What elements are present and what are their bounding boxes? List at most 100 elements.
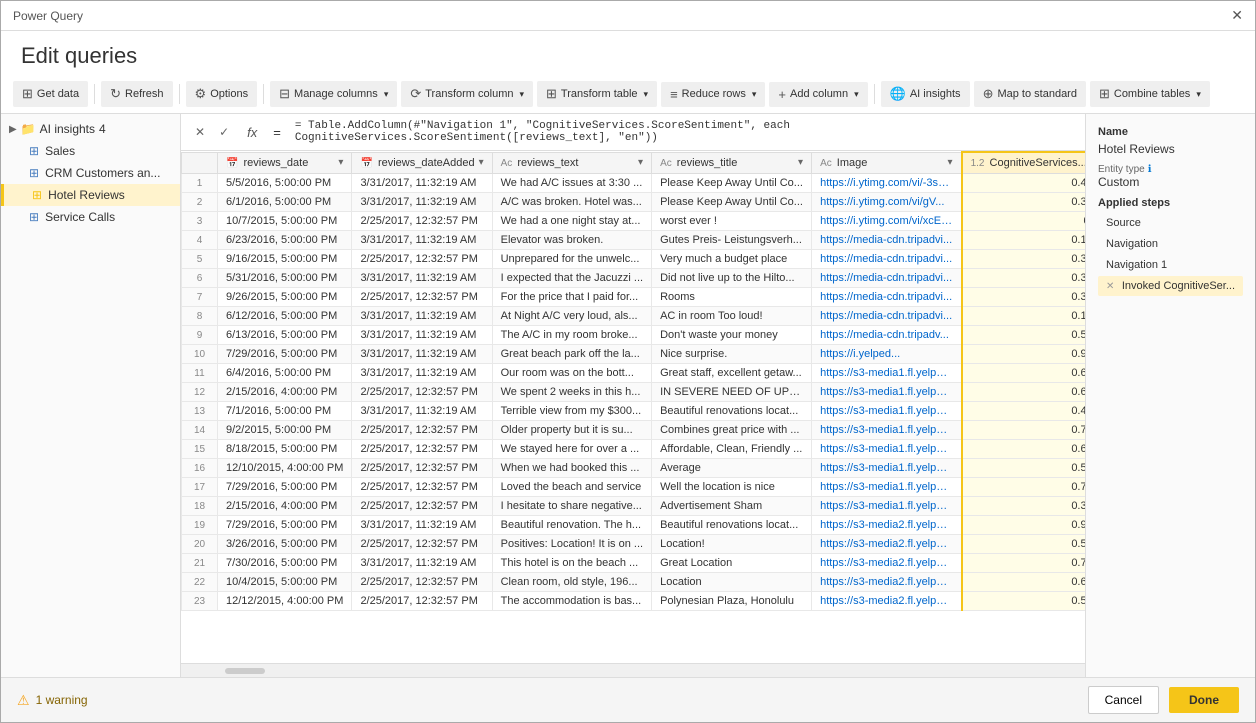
info-icon[interactable]: ℹ	[1148, 164, 1152, 175]
cell-date: 6/23/2016, 5:00:00 PM	[218, 231, 352, 250]
table-row[interactable]: 6 5/31/2016, 5:00:00 PM 3/31/2017, 11:32…	[182, 269, 1086, 288]
cell-cognitive: 0.422	[962, 402, 1085, 421]
col-header-reviews-date[interactable]: 📅 reviews_date ▾	[218, 152, 352, 174]
cell-date: 2/15/2016, 4:00:00 PM	[218, 383, 352, 402]
table-row[interactable]: 20 3/26/2016, 5:00:00 PM 2/25/2017, 12:3…	[182, 535, 1086, 554]
filter-reviews-text[interactable]: ▾	[638, 157, 643, 168]
ai-icon: 🌐	[890, 86, 906, 102]
cell-title: Nice surprise.	[652, 345, 812, 364]
filter-reviews-title[interactable]: ▾	[798, 157, 803, 168]
cell-rownum: 7	[182, 288, 218, 307]
table-row[interactable]: 8 6/12/2016, 5:00:00 PM 3/31/2017, 11:32…	[182, 307, 1086, 326]
options-button[interactable]: ⚙ Options	[186, 81, 258, 107]
col-header-reviews-text[interactable]: Ac reviews_text ▾	[492, 152, 651, 174]
table-row[interactable]: 2 6/1/2016, 5:00:00 PM 3/31/2017, 11:32:…	[182, 193, 1086, 212]
sidebar-item-service-calls[interactable]: ⊞ Service Calls	[1, 206, 180, 228]
close-button[interactable]: ✕	[1231, 7, 1243, 24]
table-row[interactable]: 14 9/2/2015, 5:00:00 PM 2/25/2017, 12:32…	[182, 421, 1086, 440]
h-scroll-thumb[interactable]	[225, 668, 265, 674]
step-navigation1[interactable]: Navigation 1	[1098, 255, 1243, 275]
transform-column-button[interactable]: ⟳ Transform column ▾	[401, 81, 533, 107]
cell-dateadded: 3/31/2017, 11:32:19 AM	[352, 554, 492, 573]
transform-table-button[interactable]: ⊞ Transform table ▾	[537, 81, 657, 107]
sidebar-group-ai[interactable]: ▶ 📁 AI insights 4	[1, 118, 180, 140]
col-header-reviews-dateadded[interactable]: 📅 reviews_dateAdded ▾	[352, 152, 492, 174]
dropdown-arrow-combine: ▾	[1196, 89, 1201, 100]
table-row[interactable]: 9 6/13/2016, 5:00:00 PM 3/31/2017, 11:32…	[182, 326, 1086, 345]
cell-title: IN SEVERE NEED OF UPDA...	[652, 383, 812, 402]
table-row[interactable]: 4 6/23/2016, 5:00:00 PM 3/31/2017, 11:32…	[182, 231, 1086, 250]
sidebar-item-sales[interactable]: ⊞ Sales	[1, 140, 180, 162]
table-row[interactable]: 5 9/16/2015, 5:00:00 PM 2/25/2017, 12:32…	[182, 250, 1086, 269]
filter-reviews-date[interactable]: ▾	[338, 157, 343, 168]
table-row[interactable]: 21 7/30/2016, 5:00:00 PM 3/31/2017, 11:3…	[182, 554, 1086, 573]
cell-rownum: 5	[182, 250, 218, 269]
cell-title: AC in room Too loud!	[652, 307, 812, 326]
cell-date: 7/29/2016, 5:00:00 PM	[218, 345, 352, 364]
step-navigation[interactable]: Navigation	[1098, 234, 1243, 254]
cell-date: 5/31/2016, 5:00:00 PM	[218, 269, 352, 288]
step-x-icon[interactable]: ✕	[1106, 281, 1114, 292]
table-row[interactable]: 12 2/15/2016, 4:00:00 PM 2/25/2017, 12:3…	[182, 383, 1086, 402]
sidebar-item-hotel-reviews[interactable]: ⊞ Hotel Reviews	[1, 184, 180, 206]
formula-input[interactable]: = Table.AddColumn(#"Navigation 1", "Cogn…	[291, 118, 1077, 146]
filter-image[interactable]: ▾	[948, 157, 953, 168]
table-row[interactable]: 19 7/29/2016, 5:00:00 PM 3/31/2017, 11:3…	[182, 516, 1086, 535]
cell-date: 2/15/2016, 4:00:00 PM	[218, 497, 352, 516]
sidebar-item-crm[interactable]: ⊞ CRM Customers an...	[1, 162, 180, 184]
filter-reviews-dateadded[interactable]: ▾	[479, 157, 484, 168]
col-header-reviews-title[interactable]: Ac reviews_title ▾	[652, 152, 812, 174]
step-navigation1-label: Navigation 1	[1106, 259, 1167, 271]
table-row[interactable]: 13 7/1/2016, 5:00:00 PM 3/31/2017, 11:32…	[182, 402, 1086, 421]
formula-confirm-btn[interactable]: ✓	[213, 123, 235, 141]
combine-tables-button[interactable]: ⊞ Combine tables ▾	[1090, 81, 1210, 107]
table-row[interactable]: 17 7/29/2016, 5:00:00 PM 2/25/2017, 12:3…	[182, 478, 1086, 497]
cell-image: https://i.ytimg.com/vi/xcEB...	[812, 212, 962, 231]
cell-dateadded: 2/25/2017, 12:32:57 PM	[352, 288, 492, 307]
col-header-cognitive[interactable]: 1.2 CognitiveServices.... ▾	[962, 152, 1085, 174]
cell-date: 7/29/2016, 5:00:00 PM	[218, 478, 352, 497]
reduce-rows-button[interactable]: ≡ Reduce rows ▾	[661, 82, 765, 107]
cell-text: A/C was broken. Hotel was...	[492, 193, 651, 212]
cell-dateadded: 3/31/2017, 11:32:19 AM	[352, 516, 492, 535]
done-button[interactable]: Done	[1169, 687, 1239, 713]
cell-cognitive: 0.591	[962, 592, 1085, 611]
table-row[interactable]: 1 5/5/2016, 5:00:00 PM 3/31/2017, 11:32:…	[182, 174, 1086, 193]
cell-title: Please Keep Away Until Co...	[652, 174, 812, 193]
add-column-button[interactable]: + Add column ▾	[769, 82, 867, 107]
manage-columns-button[interactable]: ⊟ Manage columns ▾	[270, 81, 397, 107]
table-row[interactable]: 22 10/4/2015, 5:00:00 PM 2/25/2017, 12:3…	[182, 573, 1086, 592]
table-row[interactable]: 16 12/10/2015, 4:00:00 PM 2/25/2017, 12:…	[182, 459, 1086, 478]
table-row[interactable]: 15 8/18/2015, 5:00:00 PM 2/25/2017, 12:3…	[182, 440, 1086, 459]
col-header-image[interactable]: Ac Image ▾	[812, 152, 962, 174]
cancel-button[interactable]: Cancel	[1088, 686, 1159, 714]
formula-cancel-btn[interactable]: ✕	[189, 123, 211, 141]
table-row[interactable]: 11 6/4/2016, 5:00:00 PM 3/31/2017, 11:32…	[182, 364, 1086, 383]
cell-text: Positives: Location! It is on ...	[492, 535, 651, 554]
table-row[interactable]: 10 7/29/2016, 5:00:00 PM 3/31/2017, 11:3…	[182, 345, 1086, 364]
cell-text: Elevator was broken.	[492, 231, 651, 250]
data-grid-container[interactable]: 📅 reviews_date ▾ 📅 reviews_dateAdded ▾	[181, 151, 1085, 663]
map-to-standard-button[interactable]: ⊕ Map to standard	[974, 81, 1086, 107]
step-invoked-cognitive[interactable]: ✕ Invoked CognitiveSer...	[1098, 276, 1243, 296]
table-row[interactable]: 7 9/26/2015, 5:00:00 PM 2/25/2017, 12:32…	[182, 288, 1086, 307]
cell-text: The A/C in my room broke...	[492, 326, 651, 345]
cell-date: 6/13/2016, 5:00:00 PM	[218, 326, 352, 345]
refresh-button[interactable]: ↻ Refresh	[101, 81, 172, 107]
h-scroll-bar[interactable]	[181, 663, 1085, 677]
cell-cognitive: 0.309	[962, 250, 1085, 269]
table-row[interactable]: 3 10/7/2015, 5:00:00 PM 2/25/2017, 12:32…	[182, 212, 1086, 231]
cell-cognitive: 0.917	[962, 345, 1085, 364]
table-row[interactable]: 18 2/15/2016, 4:00:00 PM 2/25/2017, 12:3…	[182, 497, 1086, 516]
cell-date: 10/4/2015, 5:00:00 PM	[218, 573, 352, 592]
get-data-button[interactable]: ⊞ Get data	[13, 81, 88, 107]
step-source[interactable]: Source	[1098, 213, 1243, 233]
table-row[interactable]: 23 12/12/2015, 4:00:00 PM 2/25/2017, 12:…	[182, 592, 1086, 611]
content-area: ✕ ✓ fx = = Table.AddColumn(#"Navigation …	[181, 114, 1085, 677]
ai-insights-button[interactable]: 🌐 AI insights	[881, 81, 970, 107]
cell-text: We stayed here for over a ...	[492, 440, 651, 459]
warning-message: ⚠ 1 warning	[17, 692, 88, 709]
cell-text: I expected that the Jacuzzi ...	[492, 269, 651, 288]
sidebar-label-service: Service Calls	[45, 210, 115, 224]
cell-dateadded: 3/31/2017, 11:32:19 AM	[352, 402, 492, 421]
